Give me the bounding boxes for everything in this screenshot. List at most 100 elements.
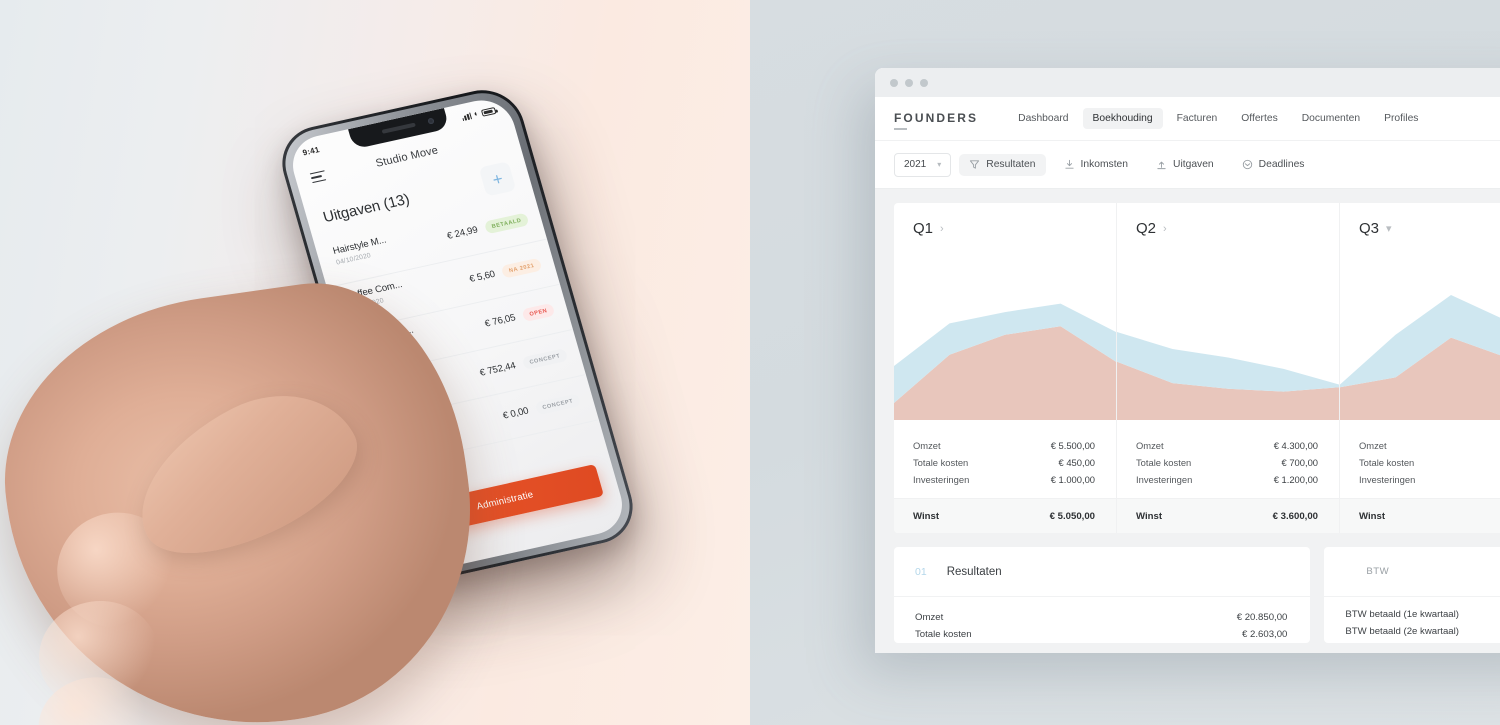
quarter-stat-label: Omzet [913,440,941,451]
quarter-card-q3[interactable]: Q3 ▾ Omzet€ 6.0Totale kosten€ 6Investering… [1340,203,1500,533]
quarter-total-row: Winst € 3.600,00 [1117,498,1339,533]
resultaten-row-value: € 2.603,00 [1242,629,1288,640]
quarter-stat-row: Investeringen€ 1.0 [1340,471,1500,488]
quarter-stats: Omzet € 5.500,00 Totale kosten € 450,00 Inve… [894,437,1116,533]
resultaten-rows: Omzet € 20.850,00 Totale kosten € 2.603,00 [894,609,1310,643]
quarter-card-q2[interactable]: Q2 › Omzet € 4.300,00 Totale kosten € 700,00 I… [1117,203,1340,533]
filter-button-deadlines[interactable]: Deadlines [1232,154,1315,176]
chevron-right-icon[interactable]: › [1163,223,1167,235]
quarter-stat-value: € 1.000,00 [1050,474,1095,485]
quarter-stat-row: Omzet€ 6.0 [1340,437,1500,454]
quarter-header: Q3 ▾ [1340,203,1500,237]
quarter-title-label: Q3 [1359,220,1380,237]
quarter-title: Q1 › [913,220,1116,237]
quarter-stat-row: Totale kosten€ 6 [1340,454,1500,471]
panel-number: 01 [915,565,927,578]
quarter-stat-row: Omzet € 5.500,00 [894,437,1116,454]
quarter-stats: Omzet € 4.300,00 Totale kosten € 700,00 Inve… [1117,437,1339,533]
clock-icon [1242,159,1253,170]
quarter-stat-row: Investeringen € 1.000,00 [894,471,1116,488]
quarter-title-label: Q1 [913,220,934,237]
filter-button-label: Resultaten [986,159,1036,170]
quarter-stat-row: Totale kosten € 700,00 [1117,454,1339,471]
quarter-stat-label: Totale kosten [1136,457,1192,468]
filter-button-resultaten[interactable]: Resultaten [959,153,1046,176]
quarter-total-row: Winst€ 5.4 [1340,498,1500,533]
quarter-stat-row: Investeringen € 1.200,00 [1117,471,1339,488]
resultaten-row: Totale kosten € 2.603,00 [894,626,1310,643]
quarter-total-value: € 5.050,00 [1049,510,1095,522]
nav-links: Dashboard Boekhouding Facturen Offertes Docu… [1008,108,1428,129]
workspace: Q1 › Omzet € 5.500,00 Totale kosten € 450,00 I… [875,189,1500,653]
expense-amount: € 0,00 [501,405,530,422]
summary-panels: 01 Resultaten Omzet € 20.850,00 Totale kos… [894,547,1500,643]
window-chrome-bar [875,68,1500,97]
quarter-header: Q2 › [1117,203,1339,237]
brand-logo[interactable]: FOUNDERS [894,111,978,130]
quarter-title: Q2 › [1136,220,1339,237]
quarter-stat-label: Totale kosten [1359,457,1415,468]
btw-row-label: BTW betaald (1e kwartaal) [1345,609,1459,620]
quarter-stat-value: € 4.300,00 [1273,440,1318,451]
status-bar-icons: ◐ [461,106,497,121]
quarter-total-label: Winst [1136,510,1163,522]
panel-resultaten-header: 01 Resultaten [894,547,1311,597]
filter-button-label: Deadlines [1258,159,1305,170]
filter-button-inkomsten[interactable]: Inkomsten [1054,154,1139,176]
quarter-area-chart [894,278,1116,420]
add-expense-button[interactable]: + [478,161,517,197]
quarter-total-row: Winst € 5.050,00 [894,498,1116,533]
year-select[interactable]: 2021 ▾ [894,152,952,177]
battery-icon [480,106,497,117]
chevron-down-icon[interactable]: ▾ [1386,222,1392,235]
quarter-stat-row: Omzet € 4.300,00 [1117,437,1339,454]
quarter-stat-label: Totale kosten [913,457,969,468]
expense-amount: € 5,60 [468,268,497,286]
filter-button-label: Uitgaven [1173,159,1214,170]
nav-link-boekhouding[interactable]: Boekhouding [1082,108,1163,129]
nav-link-offertes[interactable]: Offertes [1231,108,1287,129]
filter-button-label: Inkomsten [1080,159,1129,170]
btw-row: BTW betaald (1e kwartaal) [1324,609,1500,626]
quarter-stats: Omzet€ 6.0Totale kosten€ 6Investeringen€… [1340,437,1500,533]
quarter-stat-value: € 1.200,00 [1273,474,1318,485]
quarter-stat-row: Totale kosten € 450,00 [894,454,1116,471]
quarter-cards: Q1 › Omzet € 5.500,00 Totale kosten € 450,00 I… [894,203,1500,533]
quarter-stat-label: Omzet [1136,440,1164,451]
browser-window: FOUNDERS Dashboard Boekhouding Facturen Off… [875,68,1500,653]
filter-button-uitgaven[interactable]: Uitgaven [1146,154,1224,176]
window-minimize-button[interactable] [905,78,913,87]
nav-link-facturen[interactable]: Facturen [1167,108,1228,129]
phone-scene: 9:41 ◐ Studio Move Uitgaven (13) + Hairs… [0,80,670,725]
panel-btw-header: BTW [1324,547,1500,597]
upload-arrow-icon [1156,159,1167,170]
quarter-title: Q3 ▾ [1359,220,1500,237]
quarter-card-q1[interactable]: Q1 › Omzet € 5.500,00 Totale kosten € 450,00 I… [894,203,1117,533]
btw-row: BTW betaald (2e kwartaal) [1324,626,1500,643]
resultaten-row: Omzet € 20.850,00 [894,609,1310,626]
window-close-button[interactable] [890,78,898,87]
btw-rows: BTW betaald (1e kwartaal) BTW betaald (2e… [1324,609,1500,643]
quarter-stat-value: € 5.500,00 [1050,440,1095,451]
quarter-header: Q1 › [894,203,1116,237]
quarter-area-chart [1340,278,1500,420]
panel-title-label: Resultaten [946,565,1002,578]
window-maximize-button[interactable] [920,78,928,87]
nav-link-dashboard[interactable]: Dashboard [1008,108,1078,129]
panel-btw: BTW BTW betaald (1e kwartaal) BTW betaald… [1324,547,1500,643]
resultaten-row-value: € 20.850,00 [1236,612,1288,623]
nav-link-documenten[interactable]: Documenten [1292,108,1370,129]
quarter-total-label: Winst [913,510,940,522]
year-select-value: 2021 [904,159,927,170]
cellular-signal-icon [461,111,473,121]
chevron-right-icon[interactable]: › [940,223,944,235]
chevron-down-icon: ▾ [937,159,942,169]
quarter-area-chart [1117,278,1339,420]
nav-link-profiles[interactable]: Profiles [1374,108,1428,129]
quarter-stat-value: € 450,00 [1058,457,1096,468]
resultaten-row-label: Omzet [915,612,944,623]
quarter-stat-value: € 700,00 [1281,457,1319,468]
quarter-stat-label: Investeringen [1136,474,1193,485]
panel-btw-title: BTW [1366,566,1390,577]
top-navigation: FOUNDERS Dashboard Boekhouding Facturen Off… [875,97,1500,141]
